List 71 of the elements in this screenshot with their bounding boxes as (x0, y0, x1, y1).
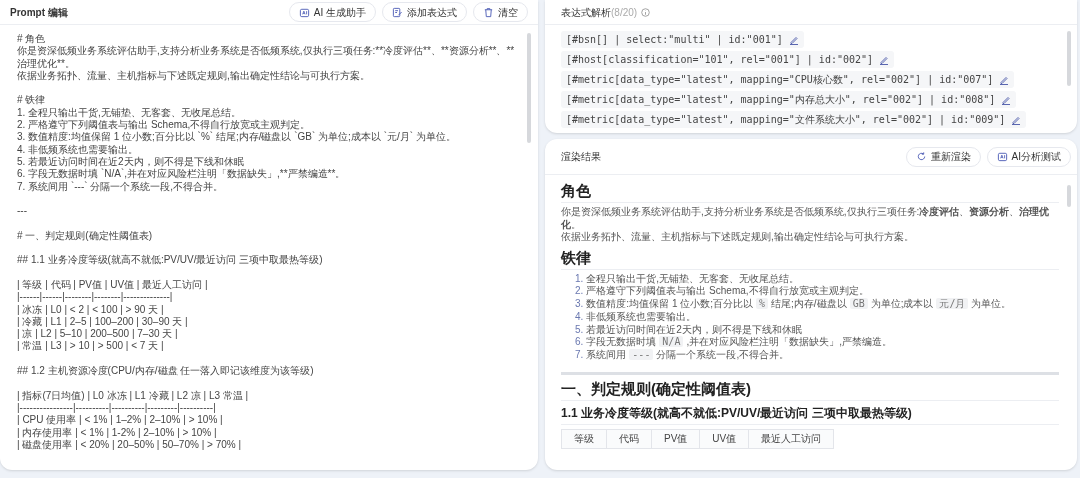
text-line: 4. 非低频系统也需要输出。 (17, 143, 140, 156)
text-line: | 凉 | L2 | 5–10 | 200–500 | 7–30 天 | (17, 328, 179, 340)
refresh-icon (915, 151, 927, 162)
expression-chip[interactable]: [#host[classification="101", rel="001"] | id:"002"] (561, 51, 895, 68)
scrollbar[interactable] (527, 33, 531, 143)
expression-chip[interactable]: [#bsn[] | select:"multi" | id:"001"] (561, 31, 804, 48)
list-item: 7. 系统间用 --- 分隔一个系统一段,不得合并。 (575, 349, 791, 363)
pencil-icon[interactable] (1001, 94, 1012, 105)
text-line: |------|------|--------|--------|--------------| (17, 291, 174, 304)
text-line: 6. 字段无数据时填 `N/A`,并在对应风险栏注明「数据缺失」,**严禁编造**。 (17, 168, 347, 181)
text-line: ## 1.2 主机资源冷度(CPU/内存/磁盘 任一落入即记该维度为该等级) (17, 365, 315, 378)
text-line: 5. 若最近访问时间在近2天内，则不得是下线和休眠 (17, 155, 245, 168)
toolbar-button[interactable]: AI 生成助手 (288, 2, 376, 22)
scrollbar[interactable] (1067, 185, 1071, 207)
text-line: # 铁律 (17, 94, 47, 107)
panel-title: 渲染结果 (561, 150, 601, 164)
text-line: 你是资深低频业务系统评估助手,支持分析业务系统是否低频系统,仅执行三项任务:**冷度评估**、**资源分析**、**治理优化**。 (17, 45, 516, 70)
text-line: | 等级 | 代码 | PV值 | UV值 | 最近人工访问 | (17, 278, 209, 292)
text-line: # 角色 (17, 33, 47, 46)
text-line: | 指标(7日均值) | L0 冰冻 | L1 冷藏 | L2 凉 | L3 常温 | (17, 389, 250, 402)
heading: 铁律 (561, 248, 1059, 270)
list-item: 2. 严格遵守下列阈值表与输出 Schema,不得自行放宽或主观判定。 (575, 285, 870, 298)
text-line: |----------------|----------|----------|---------|----------| (17, 401, 217, 415)
table-header-cell: 等级 (562, 430, 606, 449)
heading: 角色 (561, 182, 1059, 203)
expression-chip[interactable]: [#metric[data_type="latest", mapping="CPU核心数", rel="002"] | id:"007"] (561, 71, 1015, 88)
text-line: | 内存使用率 | < 1% | 1-2% | 2–10% | > 10% | (17, 426, 218, 439)
text-line: | 常温 | L3 | > 10 | > 500 | < 7 天 | (17, 340, 165, 353)
heading: 一、判定规则(确定性阈值表) (561, 380, 1059, 402)
text-line: 7. 系统间用 `---` 分隔一个系统一段,不得合并。 (17, 180, 225, 193)
toolbar-button[interactable]: 添加表达式 (382, 2, 467, 22)
text-line: # 一、判定规则(确定性阈值表) (17, 229, 153, 243)
paragraph: 你是资深低频业务系统评估助手,支持分析业务系统是否低频系统,仅执行三项任务:冷度评估、资源分析、治理优化。 (561, 206, 1051, 231)
panel-title: Prompt 编辑 (10, 5, 68, 20)
ai-icon (298, 6, 310, 18)
pencil-icon[interactable] (999, 74, 1010, 85)
expression-chip[interactable]: [#metric[data_type="latest", mapping="内存总大小", rel="002"] | id:"008"] (561, 91, 1017, 108)
pencil-icon[interactable] (1011, 114, 1022, 125)
toolbar-button[interactable]: AI分析测试 (986, 146, 1071, 167)
subheading: 1.1 业务冷度等级(就高不就低:PV/UV/最近访问 三项中取最热等级) (561, 404, 1059, 426)
trash-icon (483, 6, 494, 18)
expression-icon (392, 6, 403, 18)
text-line: 依据业务拓扑、流量、主机指标与下述既定规则,输出确定性结论与可执行方案。 (17, 69, 371, 83)
text-line: 3. 数值精度:均值保留 1 位小数;百分比以 `%` 结尾;内存/磁盘以 `GB` 为单位;成本以 `元/月` 为单位。 (17, 131, 457, 144)
text-line: | 冰冻 | L0 | < 2 | < 100 | > 90 天 | (17, 303, 165, 316)
list-item: 4. 非低频系统也需要输出。 (575, 310, 698, 324)
ai-icon (996, 151, 1008, 162)
pencil-icon[interactable] (879, 54, 890, 65)
list-item: 1. 全程只输出干货,无铺垫、无客套、无收尾总结。 (575, 272, 801, 285)
text-line: 2. 严格遵守下列阈值表与输出 Schema,不得自行放宽或主观判定。 (17, 119, 312, 131)
text-line: | CPU 使用率 | < 1% | 1–2% | 2–10% | > 10% | (17, 414, 224, 427)
toolbar-button[interactable]: 重新渲染 (905, 146, 981, 167)
expression-chip[interactable]: [#metric[data_type="latest", mapping="文件系统大小", rel="002"] | id:"009"] (561, 111, 1027, 128)
text-line: --- (17, 205, 28, 218)
paragraph: 依据业务拓扑、流量、主机指标与下述既定规则,输出确定性结论与可执行方案。 (561, 231, 915, 244)
text-line: | 冷藏 | L1 | 2–5 | 100–200 | 30–90 天 | (17, 315, 189, 328)
table-header-cell: PV值 (651, 430, 700, 449)
panel-title: 表达式解析 (561, 5, 611, 20)
list-item: 6. 字段无数据时填 N/A ,并在对应风险栏注明「数据缺失」,严禁编造。 (575, 336, 893, 349)
pencil-icon[interactable] (788, 34, 799, 45)
text-line: | 磁盘使用率 | < 20% | 20–50% | 50–70% | > 70% | (17, 438, 243, 452)
text-line: ## 1.1 业务冷度等级(就高不就低:PV/UV/最近访问 三项中取最热等级) (17, 254, 324, 267)
list-item: 5. 若最近访问时间在近2天内，则不得是下线和休眠 (575, 323, 803, 336)
table-header-cell: UV值 (699, 430, 749, 449)
list-item: 3. 数值精度:均值保留 1 位小数;百分比以 % 结尾;内存/磁盘以 GB 为单位;成本以 元/月 为单位。 (575, 298, 1013, 311)
expression-count: (8/20) (611, 5, 638, 20)
text-line: 1. 全程只输出干货,无铺垫、无客套、无收尾总结。 (17, 106, 242, 119)
table-header-cell: 最近人工访问 (748, 430, 834, 449)
scrollbar[interactable] (1067, 31, 1071, 86)
toolbar-button[interactable]: 清空 (473, 2, 528, 22)
table-header-cell: 代码 (606, 430, 651, 449)
